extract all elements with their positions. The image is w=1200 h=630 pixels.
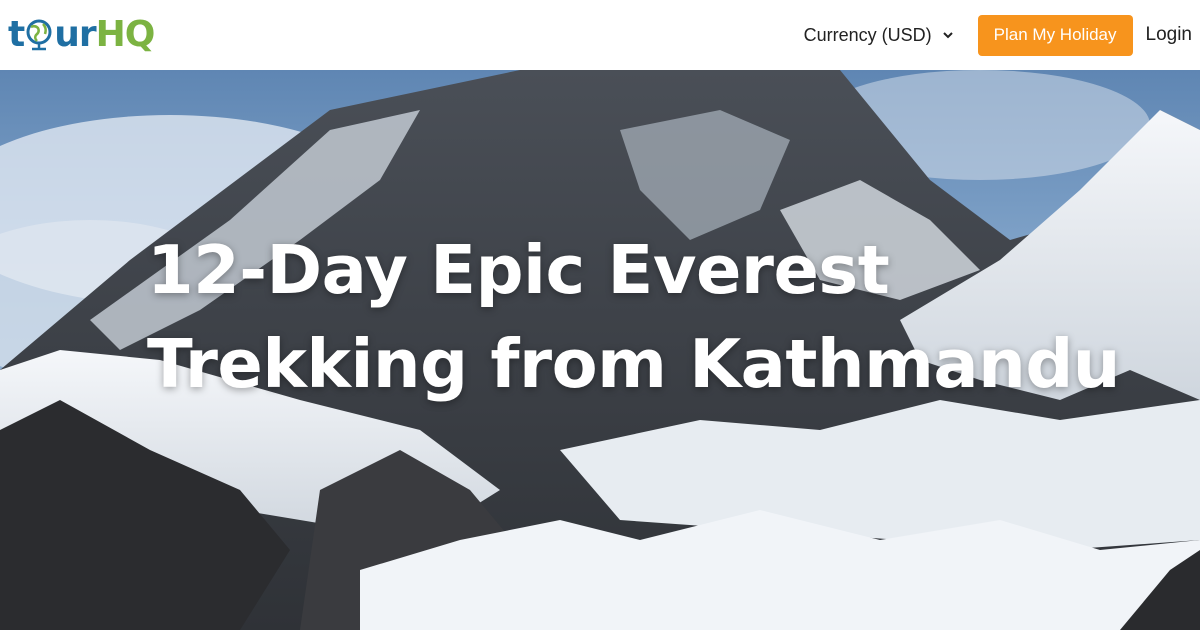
site-header: t ur HQ Currency (USD) Plan My Holiday L… <box>0 0 1200 70</box>
logo-text-t: t <box>8 13 25 55</box>
plan-my-holiday-button[interactable]: Plan My Holiday <box>977 14 1133 56</box>
hero-title-line2: Trekking from Kathmandu <box>147 325 1121 403</box>
hero-title-line1: 12-Day Epic Everest <box>147 231 890 309</box>
hero-banner: 12-Day Epic Everest Trekking from Kathma… <box>0 70 1200 630</box>
tourhq-logo[interactable]: t ur HQ <box>8 12 156 56</box>
hero-title: 12-Day Epic Everest Trekking from Kathma… <box>147 223 1147 411</box>
logo-text-ur: ur <box>54 13 96 55</box>
globe-icon <box>25 15 53 53</box>
chevron-down-icon <box>942 32 953 39</box>
header-nav: Currency (USD) Plan My Holiday Login <box>804 14 1193 56</box>
currency-label: Currency (USD) <box>803 24 932 45</box>
login-link[interactable]: Login <box>1146 24 1193 46</box>
currency-selector[interactable]: Currency (USD) <box>804 25 954 46</box>
logo-text-hq: HQ <box>95 13 156 55</box>
